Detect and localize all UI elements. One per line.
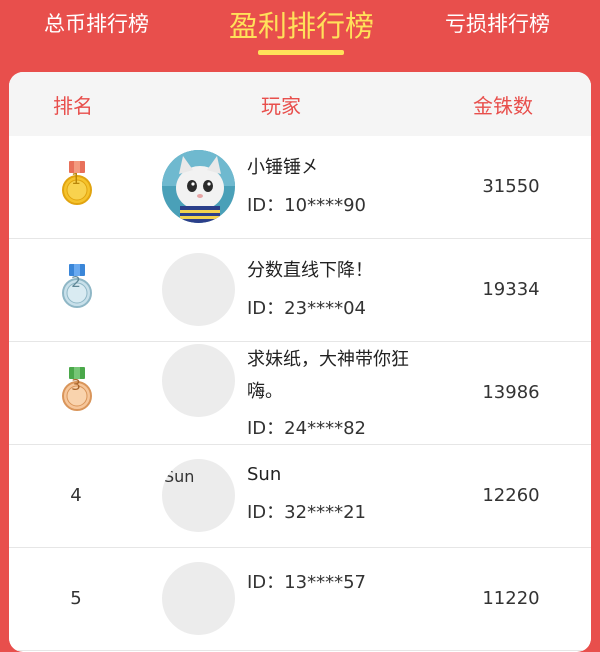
tab-loss[interactable]: 亏损排行榜 <box>445 8 550 38</box>
player-name: 分数直线下降！ <box>247 260 373 281</box>
coin-count: 13986 <box>482 382 540 403</box>
leaderboard-card: 排名 玩家 金铢数 1 小锤锤㐅 ID：10****90 31550 2 分数直… <box>9 72 591 652</box>
rank-number: 5 <box>70 588 82 609</box>
avatar[interactable] <box>162 344 235 417</box>
player-id: ID：23****04 <box>247 298 366 319</box>
player-id: ID：32****21 <box>247 502 366 523</box>
avatar-alt-text: Sun <box>164 467 195 486</box>
player-id: ID：13****57 <box>247 572 366 593</box>
table-row[interactable]: 1 小锤锤㐅 ID：10****90 31550 <box>9 136 591 239</box>
avatar[interactable] <box>162 253 235 326</box>
header-coins: 金铢数 <box>473 94 533 118</box>
header-rank: 排名 <box>53 94 93 118</box>
table-row[interactable]: 5 ID：13****57 11220 <box>9 548 591 651</box>
coin-count: 19334 <box>482 279 540 300</box>
table-row[interactable]: 4 Sun Sun ID：32****21 12260 <box>9 445 591 548</box>
player-name: 求妹纸，大神带你狂嗨。 <box>247 349 409 402</box>
tab-profit[interactable]: 盈利排行榜 <box>229 3 374 45</box>
coin-count: 31550 <box>482 176 540 197</box>
player-id: ID：24****82 <box>247 418 366 439</box>
player-name: Sun <box>247 464 282 485</box>
coin-count: 11220 <box>482 588 540 609</box>
rank-number: 2 <box>71 273 81 291</box>
table-row[interactable]: 3 求妹纸，大神带你狂嗨。 ID：24****82 13986 <box>9 342 591 445</box>
tab-total-coins[interactable]: 总币排行榜 <box>44 8 149 38</box>
header-player: 玩家 <box>261 94 301 118</box>
rank-number: 4 <box>70 485 82 506</box>
coin-count: 12260 <box>482 485 540 506</box>
avatar[interactable] <box>162 150 235 223</box>
leaderboard-tabs: 总币排行榜 盈利排行榜 亏损排行榜 <box>0 0 600 72</box>
rank-number: 3 <box>71 376 81 394</box>
table-row[interactable]: 2 分数直线下降！ ID：23****04 19334 <box>9 239 591 342</box>
avatar[interactable]: Sun <box>162 459 235 532</box>
avatar[interactable] <box>162 562 235 635</box>
player-name: 小锤锤㐅 <box>247 157 319 178</box>
player-id: ID：10****90 <box>247 195 366 216</box>
active-tab-indicator <box>258 50 344 55</box>
rank-number: 1 <box>71 170 81 188</box>
table-header: 排名 玩家 金铢数 <box>9 72 591 136</box>
